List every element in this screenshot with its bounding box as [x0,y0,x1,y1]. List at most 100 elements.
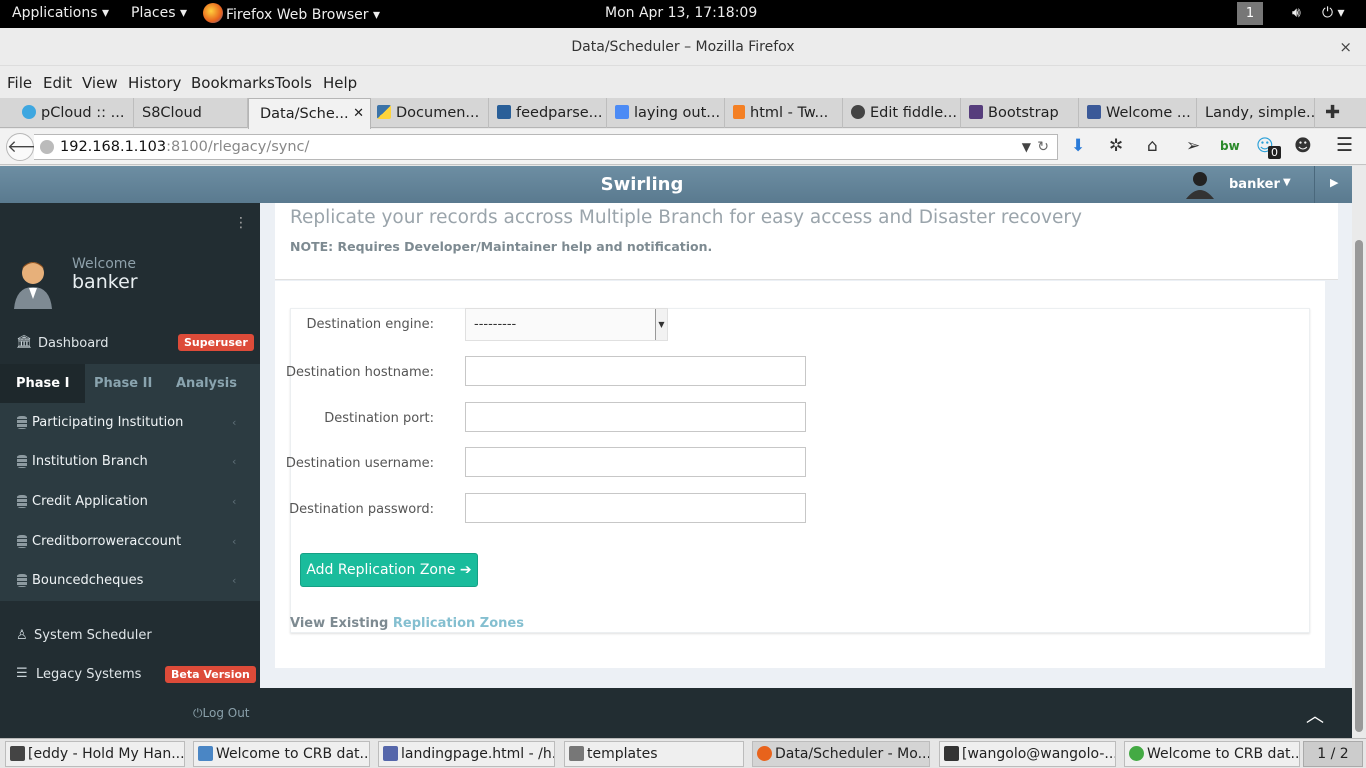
reload-icon[interactable]: ↻ [1037,135,1049,159]
facebook-icon [1087,105,1101,119]
settings-gear-icon[interactable]: ✲ [1109,136,1123,156]
menu-edit[interactable]: Edit [43,74,72,92]
stackoverflow-icon [733,105,745,119]
database-icon [17,416,27,429]
footer-bar [260,688,1352,738]
sidebar-item-bouncedcheques[interactable]: Bouncedcheques ‹ [0,561,260,600]
places-menu[interactable]: Places ▾ [131,5,187,21]
header-user-name[interactable]: banker [1229,177,1280,192]
sidebar-user-name: banker [72,271,138,293]
tab-facebook[interactable]: Welcome ... [1079,98,1197,128]
clock[interactable]: Mon Apr 13, 17:18:09 [605,5,757,21]
control-sidebar-toggle-icon[interactable]: ▶ [1330,176,1338,189]
terminal-icon [944,746,959,761]
superuser-badge: Superuser [178,334,254,351]
bw-extension-icon[interactable]: bw [1220,139,1240,153]
database-icon [17,535,27,548]
tab-feedparser[interactable]: feedparse... [489,98,607,128]
task-welcome-crb-1[interactable]: Welcome to CRB dat... [193,741,370,767]
chat-icon[interactable]: ☻ [1294,136,1312,156]
firefox-icon [757,746,772,761]
applications-menu[interactable]: Applications ▾ [12,5,109,21]
sidebar-item-participating-institution[interactable]: Participating Institution ‹ [0,403,260,442]
page-scrollbar[interactable] [1352,166,1366,738]
menu-history[interactable]: History [128,74,181,92]
sidebar-item-dashboard[interactable]: 🏛︎ Dashboard Superuser [0,334,260,354]
app-header: Swirling banker ▼ ▶ [0,166,1352,203]
sidebar-item-creditborroweraccount[interactable]: Creditborroweraccount ‹ [0,522,260,561]
extension-badge: 0 [1268,146,1281,159]
download-icon[interactable]: ⬇ [1071,136,1085,156]
tab-documentation[interactable]: Documen... [373,98,489,128]
menu-file[interactable]: File [7,74,32,92]
window-close-button[interactable]: × [1339,38,1352,56]
destination-port-input[interactable] [465,402,806,432]
destination-password-input[interactable] [465,493,806,523]
sidebar-item-credit-application[interactable]: Credit Application ‹ [0,482,260,521]
url-bar[interactable]: 192.168.1.103:8100/rlegacy/sync/ ▼ ↻ [34,134,1058,160]
editor-icon [383,746,398,761]
task-templates[interactable]: templates [564,741,744,767]
tab-stackoverflow[interactable]: html - Tw... [725,98,843,128]
tab-analysis[interactable]: Analysis [176,364,237,403]
tab-landy[interactable]: Landy, simple... [1197,98,1315,128]
tab-jsfiddle[interactable]: Edit fiddle... [843,98,961,128]
task-music-player[interactable]: [eddy - Hold My Han... [5,741,185,767]
tab-phase-2[interactable]: Phase II [94,364,152,403]
tab-google-search[interactable]: laying out... [607,98,725,128]
new-tab-button[interactable]: ✚ [1325,102,1340,123]
sidebar-item-institution-branch[interactable]: Institution Branch ‹ [0,442,260,481]
add-replication-zone-button[interactable]: Add Replication Zone ➔ [300,553,478,587]
beta-version-badge: Beta Version [165,666,256,683]
destination-username-input[interactable] [465,447,806,477]
logout-link[interactable]: ⏻︎Log Out [193,706,250,721]
sidebar-item-legacy-systems[interactable]: ☰ Legacy Systems Beta Version [0,665,260,687]
replication-zones-link[interactable]: Replication Zones [393,616,524,631]
destination-hostname-input[interactable] [465,356,806,386]
tab-bootstrap[interactable]: Bootstrap [961,98,1079,128]
player-icon [10,746,25,761]
menu-view[interactable]: View [82,74,118,92]
navigation-bar: 🡐 192.168.1.103:8100/rlegacy/sync/ ▼ ↻ ⬇… [0,129,1366,165]
task-data-scheduler[interactable]: Data/Scheduler - Mo... [752,741,930,767]
menu-help[interactable]: Help [323,74,357,92]
tab-data-scheduler[interactable]: Data/Sche... ✕ [248,98,371,129]
task-landingpage[interactable]: landingpage.html - /h... [378,741,555,767]
workspace-pager[interactable]: 1 / 2 [1303,741,1363,767]
app-title: Swirling [600,174,684,195]
tab-s8cloud[interactable]: S8Cloud [134,98,248,128]
volume-icon[interactable]: 🔊︎ [1292,5,1301,21]
home-icon[interactable]: ⌂ [1147,136,1158,156]
sidebar-model-list: Participating Institution ‹ Institution … [0,403,260,601]
hamburger-menu-icon[interactable]: ☰ [1336,134,1353,156]
folder-icon [569,746,584,761]
power-icon[interactable]: ⏻︎ ▾ [1322,5,1345,21]
task-terminal[interactable]: [wangolo@wangolo-... [939,741,1116,767]
tab-pcloud[interactable]: pCloud :: ... [18,98,134,128]
feedparser-icon [497,105,511,119]
back-button[interactable]: 🡐 [6,133,53,161]
destination-engine-select[interactable]: --------- ▼ [465,308,668,341]
python-icon [377,105,391,119]
user-avatar-icon[interactable] [1186,169,1214,199]
bank-icon: 🏛︎ [16,335,33,350]
menu-bookmarks[interactable]: Bookmarks [191,74,275,92]
sidebar-item-system-scheduler[interactable]: ♙ System Scheduler [0,628,260,648]
select-arrow-icon: ▼ [655,309,667,340]
url-history-dropdown-icon[interactable]: ▼ [1022,135,1031,159]
database-icon [17,495,27,508]
close-tab-icon[interactable]: ✕ [353,99,364,129]
task-welcome-crb-2[interactable]: Welcome to CRB dat... [1124,741,1300,767]
destination-hostname-label: Destination hostname: [285,365,434,380]
send-icon[interactable]: ➢ [1186,136,1200,156]
user-dropdown-caret-icon[interactable]: ▼ [1283,177,1291,188]
menu-tools[interactable]: Tools [275,74,312,92]
active-app-menu[interactable]: Firefox Web Browser ▾ [203,3,380,23]
scrollbar-thumb[interactable] [1355,240,1363,732]
globe-icon [40,140,54,154]
tab-phase-1[interactable]: Phase I [0,364,86,403]
chevron-left-icon: ‹ [232,455,237,468]
scroll-to-top-icon[interactable]: ︿ [1306,702,1324,728]
workspace-indicator[interactable]: 1 [1237,2,1263,25]
sidebar-menu-dots-icon[interactable]: ⋮ [234,215,248,231]
